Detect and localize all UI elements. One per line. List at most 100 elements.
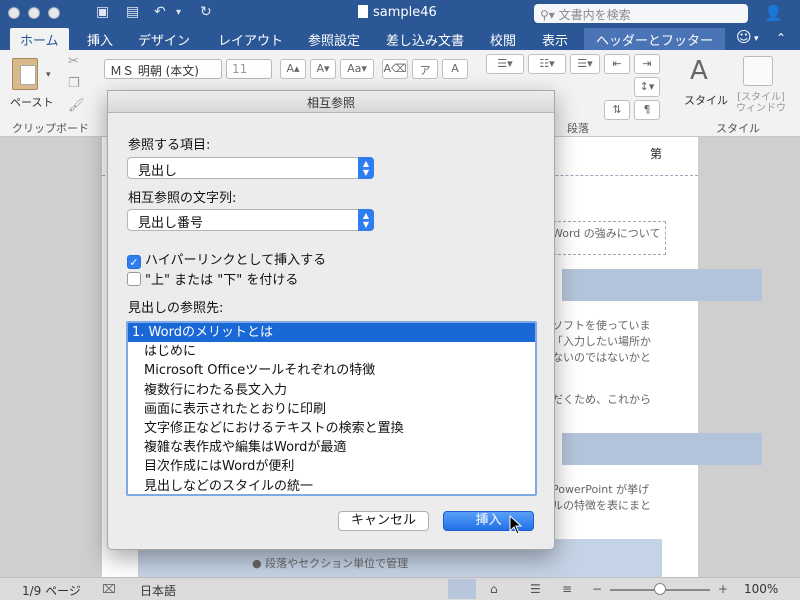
tab-design[interactable]: デザイン (138, 30, 190, 49)
style-pane-icon[interactable] (743, 56, 773, 86)
cut-icon[interactable]: ✂ (68, 54, 79, 69)
header-box-text: Word の強みについて (552, 227, 661, 240)
heading-bar (562, 269, 762, 301)
style-pane-label[interactable]: [スタイル] ウィンドウ (736, 92, 786, 114)
numbering-button[interactable]: ☷▾ (528, 54, 566, 74)
grow-font-button[interactable]: A▴ (280, 59, 306, 79)
redo-icon[interactable]: ↻ (200, 4, 212, 20)
tab-mailings[interactable]: 差し込み文書 (386, 30, 464, 49)
minimize-window-button[interactable] (28, 7, 40, 19)
save-icon[interactable]: ▤ (126, 4, 139, 20)
print-layout-view-icon[interactable] (448, 579, 476, 599)
search-icon: ⚲▾ (540, 8, 555, 22)
title-bar: ▣ ▤ ↶ ▾ ↻ sample46 ⚲▾ 文書内を検索 👤 (0, 0, 800, 26)
list-label: 見出しの参照先: (128, 301, 224, 316)
ref-type-select[interactable]: 見出し ▲ ▼ (127, 157, 374, 179)
font-size-select[interactable]: 11 (226, 59, 272, 79)
doc-line: だくため、これから (552, 393, 651, 406)
change-case-button[interactable]: Aa▾ (340, 59, 374, 79)
list-item[interactable]: 複数行にわたる長文入力 (128, 381, 535, 400)
style-icon[interactable]: A (690, 56, 708, 86)
doc-line: ないのではないかと (552, 351, 651, 364)
tab-home[interactable]: ホーム (10, 28, 69, 50)
list-item[interactable]: 見出しなどのスタイルの統一 (128, 477, 535, 495)
dialog-title: 相互参照 (108, 91, 554, 113)
sort-button[interactable]: ⇅ (604, 100, 630, 120)
select-arrows-icon: ▲ ▼ (358, 157, 374, 179)
language-indicator[interactable]: 日本語 (140, 582, 176, 599)
multilevel-list-button[interactable]: ☰▾ (570, 54, 600, 74)
tab-insert[interactable]: 挿入 (87, 30, 113, 49)
copy-icon[interactable]: ❐ (68, 76, 80, 91)
tab-references[interactable]: 参照設定 (308, 30, 360, 49)
collapse-ribbon-icon[interactable]: ⌃ (776, 31, 786, 45)
select-arrows-icon: ▲ ▼ (358, 209, 374, 231)
list-item[interactable]: 文字修正などにおけるテキストの検索と置換 (128, 419, 535, 438)
char-border-button[interactable]: A (442, 59, 468, 79)
list-item[interactable]: はじめに (128, 342, 535, 361)
page-indicator[interactable]: 1/9 ページ (22, 582, 81, 599)
undo-icon[interactable]: ↶ (154, 4, 166, 20)
add-user-icon[interactable]: 👤 (764, 4, 783, 22)
format-painter-icon[interactable]: 🖌 (68, 98, 85, 113)
close-window-button[interactable] (8, 7, 20, 19)
hyperlink-checkbox[interactable]: ✓ (127, 255, 141, 269)
heading-bar (562, 433, 762, 465)
list-item[interactable]: 目次作成にはWordが便利 (128, 457, 535, 476)
paste-dropdown-icon[interactable]: ▾ (46, 70, 51, 80)
maximize-window-button[interactable] (48, 7, 60, 19)
heading-listbox[interactable]: 1. Wordのメリットとは はじめに Microsoft Officeツールそ… (126, 321, 537, 496)
list-item[interactable]: 画面に表示されたとおりに印刷 (128, 400, 535, 419)
above-below-checkbox[interactable] (127, 272, 141, 286)
show-marks-button[interactable]: ¶ (634, 100, 660, 120)
web-layout-view-icon[interactable]: ⌂ (490, 582, 498, 596)
ref-string-select[interactable]: 見出し番号 ▲ ▼ (127, 209, 374, 231)
shrink-font-button[interactable]: A▾ (310, 59, 336, 79)
zoom-in-icon[interactable]: + (718, 582, 728, 596)
draft-view-icon[interactable]: ≡ (562, 582, 572, 596)
cancel-button[interactable]: キャンセル (338, 511, 429, 531)
status-bar: 1/9 ページ ⌧ 日本語 ⌂ ☰ ≡ − + 100% (0, 577, 800, 600)
tab-layout[interactable]: レイアウト (218, 30, 283, 49)
bullets-button[interactable]: ☰▾ (486, 54, 524, 74)
paste-label: ペースト (10, 96, 54, 109)
tab-review[interactable]: 校閲 (490, 30, 516, 49)
cross-reference-dialog: 相互参照 参照する項目: 見出し ▲ ▼ 相互参照の文字列: 見出し番号 ▲ ▼ ✓… (107, 90, 555, 550)
tab-header-footer[interactable]: ヘッダーとフッター (584, 28, 726, 50)
clear-format-button[interactable]: A⌫ (382, 59, 408, 79)
smiley-icon[interactable]: ☺ (736, 28, 752, 46)
zoom-out-icon[interactable]: − (592, 582, 602, 596)
paste-icon[interactable] (12, 58, 38, 90)
clipboard-group-label: クリップボード (12, 122, 89, 135)
zoom-slider-thumb[interactable] (654, 583, 666, 595)
sidebar-icon[interactable]: ▣ (96, 4, 109, 20)
above-below-option[interactable]: "上" または "下" を付ける (127, 269, 298, 288)
paragraph-group-label: 段落 (567, 122, 589, 135)
list-item[interactable]: 複雑な表作成や編集はWordが最適 (128, 438, 535, 457)
window-title: sample46 (358, 5, 437, 20)
increase-indent-button[interactable]: ⇥ (634, 54, 660, 74)
list-item[interactable]: Microsoft Officeツールそれぞれの特徴 (128, 361, 535, 380)
line-spacing-button[interactable]: ↕▾ (634, 77, 660, 97)
decrease-indent-button[interactable]: ⇤ (604, 54, 630, 74)
proofing-icon[interactable]: ⌧ (102, 582, 116, 596)
phonetic-guide-button[interactable]: ア (412, 59, 438, 79)
zoom-level: 100% (744, 582, 779, 596)
font-name-select[interactable]: ＭＳ 明朝 (本文) (104, 59, 222, 79)
ribbon-tabs: ホーム 挿入 デザイン レイアウト 参照設定 差し込み文書 校閲 表示 ヘッダー… (0, 26, 800, 50)
outline-view-icon[interactable]: ☰ (530, 582, 541, 596)
doc-line: ルの特徴を表にまと (552, 499, 651, 512)
header-text: 第 (650, 147, 663, 161)
style-label[interactable]: スタイル (684, 92, 728, 108)
ref-type-label: 参照する項目: (128, 138, 211, 153)
doc-line: 「入力したい場所か (552, 335, 651, 348)
ref-string-label: 相互参照の文字列: (128, 191, 237, 206)
chevron-down-icon[interactable]: ▾ (754, 34, 759, 44)
hyperlink-option[interactable]: ✓ ハイパーリンクとして挿入する (127, 249, 326, 269)
style-group-label: スタイル (716, 122, 760, 135)
undo-dropdown-icon[interactable]: ▾ (176, 7, 181, 18)
list-item[interactable]: 1. Wordのメリットとは (128, 323, 535, 343)
doc-line: ソフトを使っていま (552, 319, 651, 332)
search-input[interactable]: ⚲▾ 文書内を検索 (534, 4, 748, 23)
tab-view[interactable]: 表示 (542, 30, 568, 49)
